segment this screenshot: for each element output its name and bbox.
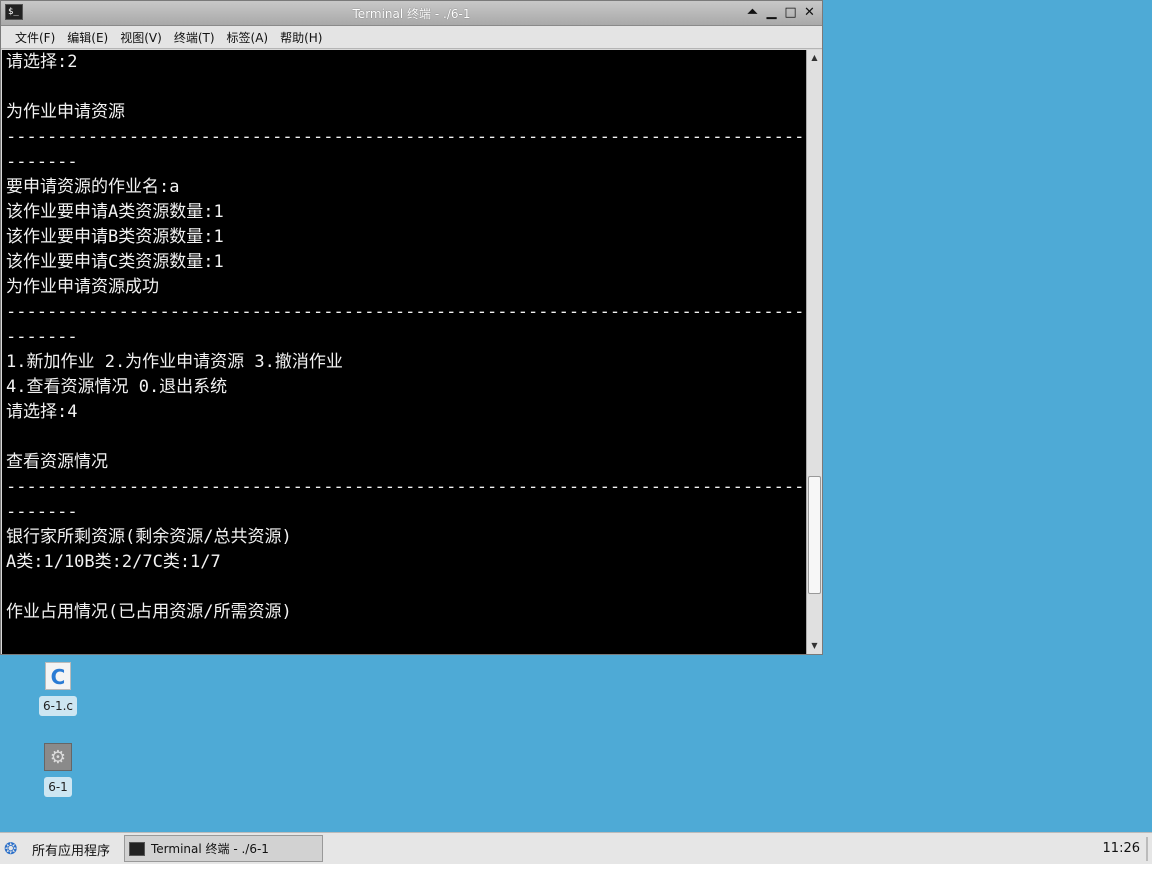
terminal-line: 1.新加作业 2.为作业申请资源 3.撤消作业 (6, 352, 343, 372)
taskbar: ❂ 所有应用程序 Terminal 终端 - ./6-1 11:26 (0, 832, 1152, 865)
window-title: Terminal 终端 - ./6-1 (352, 7, 471, 21)
tray-separator (1146, 837, 1148, 861)
screen-bottom-area (0, 864, 1152, 896)
terminal-line: ----------------------------------------… (6, 302, 806, 322)
terminal-window[interactable]: $_ Terminal 终端 - ./6-1 ⏶ ▁ □ ✕ 文件(F) 编辑(… (0, 0, 823, 655)
terminal-line: 要申请资源的作业名:a (6, 177, 180, 197)
shade-button[interactable]: ⏶ (744, 4, 761, 21)
terminal-output[interactable]: 请选择:2 为作业申请资源 ----------------------------… (2, 50, 806, 654)
terminal-line: 作业占用情况(已占用资源/所需资源) (6, 602, 292, 622)
terminal-line: 请选择:4 (6, 402, 78, 422)
scroll-up-arrow-icon[interactable]: ▲ (807, 51, 822, 65)
menu-terminal[interactable]: 终端(T) (168, 29, 221, 46)
applications-menu-icon: ❂ (4, 839, 18, 858)
menu-tabs[interactable]: 标签(A) (221, 29, 275, 46)
scroll-down-arrow-icon[interactable]: ▼ (807, 639, 822, 653)
menu-view[interactable]: 视图(V) (114, 29, 168, 46)
taskbar-terminal-label: Terminal 终端 - ./6-1 (151, 842, 269, 856)
minimize-button[interactable]: ▁ (763, 4, 780, 21)
window-controls: ⏶ ▁ □ ✕ (744, 4, 818, 22)
maximize-button[interactable]: □ (782, 4, 799, 21)
terminal-line: ----------------------------------------… (6, 127, 806, 147)
desktop-icon-executable[interactable]: ⚙ 6-1 (38, 743, 78, 797)
c-source-file-icon: C (45, 662, 71, 690)
menu-file[interactable]: 文件(F) (9, 29, 61, 46)
desktop-icon-label: 6-1.c (38, 696, 77, 716)
terminal-line: ------- (6, 152, 78, 172)
terminal-line: ------- (6, 327, 78, 347)
desktop-icon-source-file[interactable]: C 6-1.c (38, 662, 78, 716)
terminal-line: 为作业申请资源 (6, 102, 125, 122)
clock[interactable]: 11:26 (1103, 841, 1140, 856)
menu-bar: 文件(F) 编辑(E) 视图(V) 终端(T) 标签(A) 帮助(H) (1, 26, 822, 49)
terminal-line: 该作业要申请B类资源数量:1 (6, 227, 224, 247)
close-button[interactable]: ✕ (801, 4, 818, 21)
title-bar[interactable]: $_ Terminal 终端 - ./6-1 ⏶ ▁ □ ✕ (1, 1, 822, 26)
vertical-scrollbar[interactable]: ▲ ▼ (806, 50, 822, 654)
terminal-line: 银行家所剩资源(剩余资源/总共资源) (6, 527, 292, 547)
terminal-line: 4.查看资源情况 0.退出系统 (6, 377, 228, 397)
terminal-task-icon (129, 841, 145, 856)
executable-gear-icon: ⚙ (44, 743, 72, 771)
desktop-icon-label: 6-1 (44, 777, 72, 797)
menu-help[interactable]: 帮助(H) (274, 29, 328, 46)
scrollbar-thumb[interactable] (808, 476, 821, 594)
terminal-line: 请选择:2 (6, 52, 78, 72)
taskbar-terminal-button[interactable]: Terminal 终端 - ./6-1 (124, 835, 323, 862)
terminal-line: 为作业申请资源成功 (6, 277, 159, 297)
terminal-line: ------- (6, 502, 78, 522)
menu-edit[interactable]: 编辑(E) (61, 29, 114, 46)
terminal-line: ----------------------------------------… (6, 477, 806, 497)
terminal-line: 该作业要申请C类资源数量:1 (6, 252, 224, 272)
applications-menu-button[interactable]: ❂ 所有应用程序 (4, 839, 110, 859)
applications-menu-label: 所有应用程序 (32, 843, 111, 859)
terminal-line: A类:1/10B类:2/7C类:1/7 (6, 552, 221, 572)
terminal-line: 查看资源情况 (6, 452, 108, 472)
terminal-line: 该作业要申请A类资源数量:1 (6, 202, 224, 222)
